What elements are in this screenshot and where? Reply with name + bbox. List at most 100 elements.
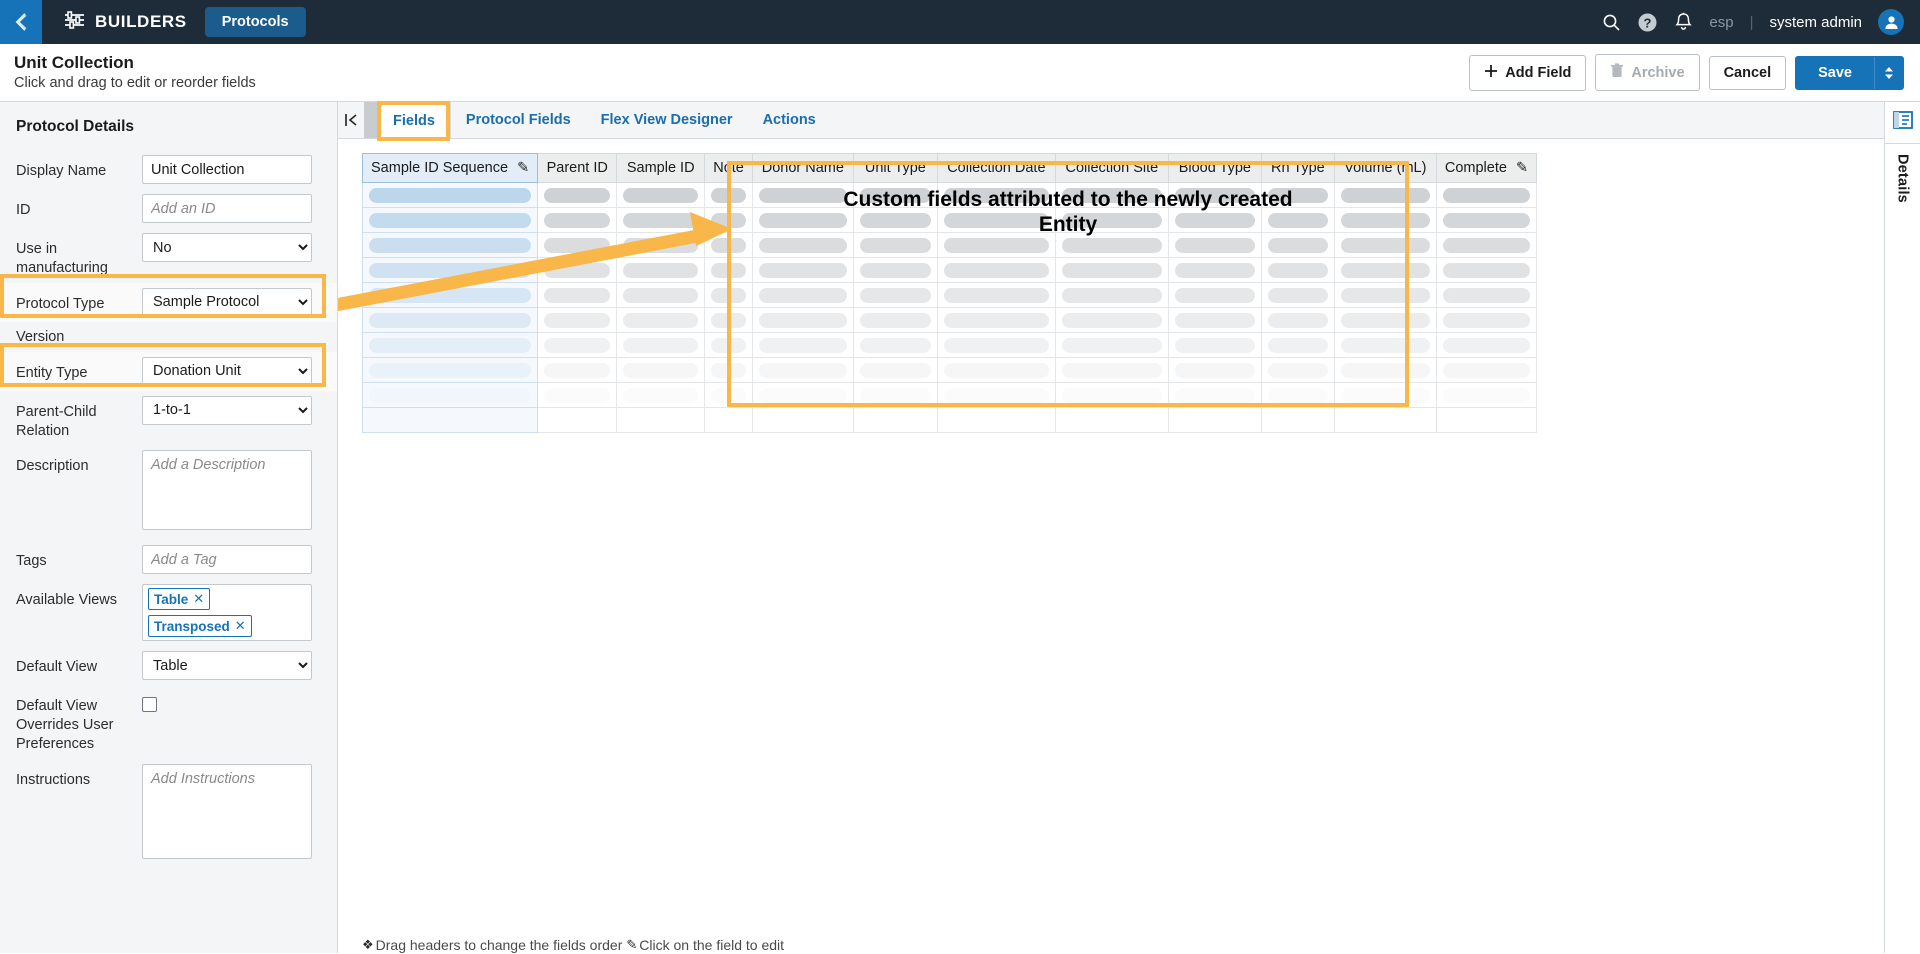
column-header-collection-site[interactable]: Collection Site (1054, 153, 1169, 183)
parent-child-relation-select[interactable]: 1-to-1 (142, 395, 312, 425)
label-description: Description (16, 458, 89, 475)
placeholder-pill (943, 337, 1049, 353)
column-header-rh-type[interactable]: Rh Type (1260, 153, 1335, 183)
placeholder-pill (1061, 337, 1162, 353)
placeholder-pill (1061, 362, 1162, 378)
chip-transposed-label: Transposed (154, 618, 230, 634)
placeholder-pill (758, 387, 847, 403)
column-header-sample-id[interactable]: Sample ID (616, 153, 706, 183)
save-dropdown-toggle[interactable] (1874, 56, 1903, 89)
description-textarea[interactable] (142, 450, 312, 531)
table-cell (1054, 282, 1169, 308)
chip-transposed-remove-icon[interactable]: ✕ (235, 618, 246, 634)
table-cell (537, 282, 618, 308)
details-rail-label[interactable]: Details (1895, 154, 1911, 203)
table-cell (751, 307, 854, 333)
tab-protocol-fields[interactable]: Protocol Fields (451, 102, 586, 138)
protocol-type-select[interactable]: Sample Protocol (142, 287, 312, 317)
table-row[interactable] (361, 182, 1538, 208)
placeholder-pill (1267, 212, 1328, 228)
id-input[interactable] (142, 194, 312, 223)
placeholder-pill (711, 362, 746, 378)
details-panel-icon[interactable] (1892, 110, 1913, 135)
pencil-icon[interactable]: ✎ (1516, 160, 1528, 176)
placeholder-pill (1442, 237, 1531, 253)
table-row[interactable] (361, 257, 1538, 283)
chip-table-remove-icon[interactable]: ✕ (193, 591, 204, 607)
placeholder-pill (544, 187, 611, 203)
help-circle-icon[interactable]: ? (1637, 12, 1658, 33)
add-field-button[interactable]: Add Field (1469, 54, 1587, 91)
table-row[interactable] (361, 307, 1538, 333)
pencil-icon: ✎ (626, 937, 638, 952)
search-icon[interactable] (1602, 13, 1621, 32)
table-row[interactable] (361, 282, 1538, 308)
table-cell (616, 182, 706, 208)
main-content: Fields Protocol Fields Flex View Designe… (338, 101, 1884, 953)
default-view-select[interactable]: Table (142, 651, 312, 681)
column-header-sample-id-sequence[interactable]: Sample ID Sequence ✎ (361, 153, 539, 183)
tab-actions[interactable]: Actions (748, 102, 831, 138)
tags-input[interactable] (142, 545, 312, 575)
back-button[interactable] (0, 0, 42, 44)
column-header-parent-id[interactable]: Parent ID (537, 153, 618, 183)
table-cell (1260, 182, 1335, 208)
table-row[interactable] (361, 232, 1538, 258)
table-cell (1167, 257, 1262, 283)
table-cell (1435, 282, 1538, 308)
placeholder-pill (711, 312, 746, 328)
save-button-group[interactable]: Save (1795, 55, 1904, 90)
pencil-icon[interactable]: ✎ (517, 160, 529, 176)
chip-table[interactable]: Table ✕ (148, 588, 211, 611)
add-field-label: Add Field (1505, 64, 1572, 81)
table-cell (1435, 207, 1538, 233)
placeholder-pill (369, 312, 532, 328)
default-view-overrides-checkbox[interactable] (142, 697, 157, 713)
archive-label: Archive (1631, 64, 1685, 81)
display-name-input[interactable] (142, 155, 312, 184)
archive-button[interactable]: Archive (1595, 54, 1700, 91)
instructions-textarea[interactable] (142, 763, 312, 859)
table-cell (1054, 357, 1169, 383)
placeholder-pill (758, 287, 847, 303)
column-header-complete[interactable]: Complete ✎ (1435, 153, 1538, 183)
table-cell (1260, 382, 1335, 408)
placeholder-pill (1061, 262, 1162, 278)
column-header-blood-type[interactable]: Blood Type (1167, 153, 1262, 183)
builders-brand[interactable]: BUILDERS (64, 10, 187, 34)
save-button[interactable]: Save (1796, 57, 1874, 89)
table-row[interactable] (361, 382, 1538, 408)
user-avatar-icon[interactable] (1878, 9, 1904, 35)
column-header-volume-ml[interactable]: Volume (mL) (1333, 153, 1437, 183)
column-header-unit-type[interactable]: Unit Type (852, 153, 938, 183)
table-cell (751, 382, 854, 408)
tab-flex-view-designer[interactable]: Flex View Designer (586, 102, 748, 138)
collapse-panel-icon[interactable] (338, 102, 364, 138)
locale-label[interactable]: esp (1709, 14, 1733, 31)
table-row[interactable] (361, 357, 1538, 383)
column-label-sample-id-sequence: Sample ID Sequence (371, 160, 509, 176)
table-cell (1167, 207, 1262, 233)
table-row[interactable] (361, 332, 1538, 358)
entity-type-select[interactable]: Donation Unit (142, 356, 312, 386)
table-cell (1167, 307, 1262, 333)
table-row[interactable] (361, 407, 1538, 433)
column-header-donor-name[interactable]: Donor Name (751, 153, 854, 183)
placeholder-pill (1442, 212, 1531, 228)
placeholder-pill (1442, 187, 1531, 203)
use-in-manufacturing-select[interactable]: No (142, 233, 312, 262)
chip-transposed[interactable]: Transposed ✕ (148, 615, 252, 638)
panel-resize-handle[interactable] (364, 102, 377, 138)
column-header-note[interactable]: Note (704, 153, 753, 183)
bell-icon[interactable] (1674, 12, 1693, 32)
tab-fields[interactable]: Fields (377, 102, 451, 139)
column-header-collection-date[interactable]: Collection Date (936, 153, 1056, 183)
cancel-button[interactable]: Cancel (1708, 55, 1787, 90)
available-views-chipbox[interactable]: Table ✕ Transposed ✕ (142, 584, 312, 642)
table-cell (751, 182, 854, 208)
placeholder-pill (1061, 312, 1162, 328)
table-row[interactable] (361, 207, 1538, 233)
table-cell (616, 257, 706, 283)
nav-protocols-button[interactable]: Protocols (204, 7, 306, 37)
placeholder-pill (369, 362, 532, 378)
